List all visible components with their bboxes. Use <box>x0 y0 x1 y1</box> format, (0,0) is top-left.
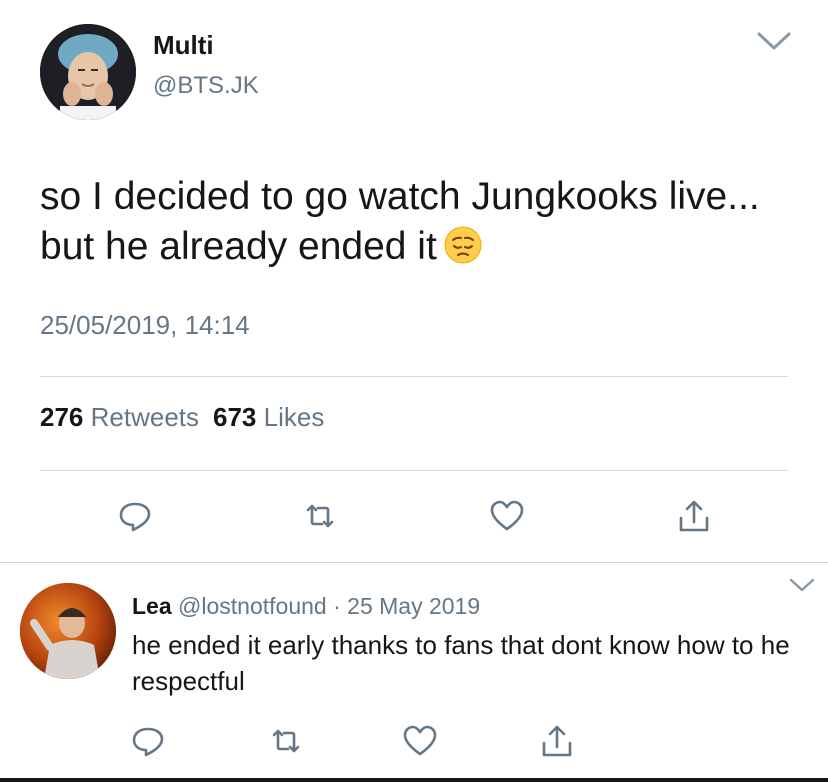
user-handle[interactable]: @BTS.JK <box>153 72 259 100</box>
retweet-icon[interactable] <box>300 496 340 536</box>
reply-header: Lea @lostnotfound · 25 May 2019 <box>132 593 480 620</box>
main-tweet: Multi @BTS.JK so I decided to go watch J… <box>0 0 828 562</box>
tweet-timestamp: 25/05/2019, 14:14 <box>40 310 250 340</box>
avatar[interactable] <box>40 24 136 120</box>
like-icon[interactable] <box>400 721 440 761</box>
tweet-text: so I decided to go watch Jungkooks live.… <box>40 172 760 272</box>
likes-stat[interactable]: 673 Likes <box>213 402 324 432</box>
retweets-label: Retweets <box>90 402 200 432</box>
like-icon[interactable] <box>487 496 527 536</box>
tweet-body: so I decided to go watch Jungkooks live.… <box>40 175 760 268</box>
bottom-edge <box>0 778 828 782</box>
display-name[interactable]: Multi <box>153 30 214 61</box>
divider <box>40 376 788 377</box>
retweet-icon[interactable] <box>266 721 306 761</box>
likes-count: 673 <box>213 402 257 432</box>
share-icon[interactable] <box>537 721 577 761</box>
avatar-image <box>40 24 136 120</box>
likes-label: Likes <box>263 402 325 432</box>
reply-icon[interactable] <box>128 721 168 761</box>
reply-date: 25 May 2019 <box>347 593 481 619</box>
reply-display-name[interactable]: Lea <box>132 593 172 619</box>
divider <box>40 470 788 471</box>
reply-icon[interactable] <box>115 496 155 536</box>
retweets-stat[interactable]: 276 Retweets <box>40 402 199 432</box>
reply-text: he ended it early thanks to fans that do… <box>132 630 790 696</box>
reply-avatar[interactable] <box>20 583 116 679</box>
reply-separator: · <box>333 593 341 619</box>
reply-tweet: Lea @lostnotfound · 25 May 2019 he ended… <box>0 563 828 782</box>
reply-avatar-image <box>20 583 116 679</box>
chevron-down-icon[interactable] <box>788 577 816 593</box>
pensive-face-icon <box>443 225 483 265</box>
reply-user-handle[interactable]: @lostnotfound <box>178 593 327 619</box>
share-icon[interactable] <box>674 496 714 536</box>
retweets-count: 276 <box>40 402 84 432</box>
chevron-down-icon[interactable] <box>756 30 792 52</box>
tweet-stats: 276 Retweets 673 Likes <box>40 402 324 433</box>
